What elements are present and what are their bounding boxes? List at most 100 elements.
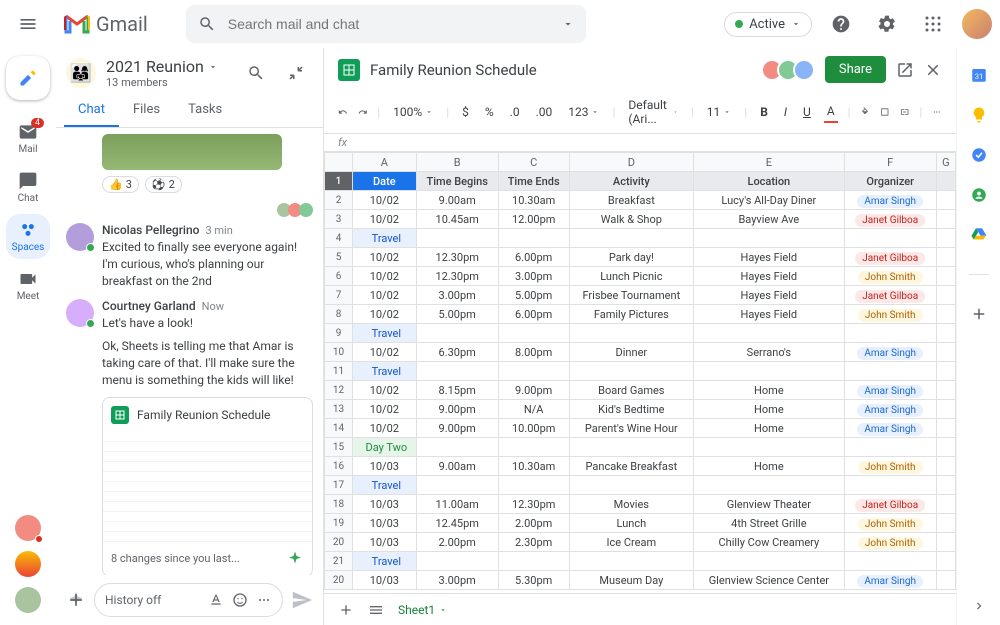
organizer-chip[interactable]: Amar Singh [857,404,923,417]
undo-icon[interactable] [338,104,348,120]
table-row[interactable]: 17Travel [325,476,956,495]
tasks-icon[interactable] [970,146,988,164]
table-row[interactable]: 210/029.00am10.30amBreakfastLucy's All-D… [325,191,956,210]
col-header[interactable]: E [694,153,845,172]
table-row[interactable]: 11Travel [325,362,956,381]
col-header[interactable]: G [936,153,955,172]
pinned-avatar-1[interactable] [15,515,41,541]
nav-chat[interactable]: Chat [6,165,50,210]
table-row[interactable]: 2010/033.00pm5.30pmMuseum DayGlenview Sc… [325,571,956,590]
formula-bar[interactable]: fx [324,134,956,152]
table-row[interactable]: 4Travel [325,229,956,248]
collapse-panel-icon[interactable] [972,599,986,613]
table-row[interactable]: 1310/029.00pmN/AKid's BedtimeHomeAmar Si… [325,400,956,419]
col-header[interactable]: D [569,153,693,172]
font-select[interactable]: Default (Ari... [625,95,680,129]
organizer-chip[interactable]: Janet Gilboa [855,252,925,265]
drive-icon[interactable] [970,226,988,244]
table-row[interactable]: 610/0212.30pm3.00pmLunch PicnicHayes Fie… [325,267,956,286]
col-header[interactable]: A [353,153,417,172]
table-row[interactable]: 810/025.00pm6.00pmFamily PicturesHayes F… [325,305,956,324]
image-attachment[interactable] [102,134,282,170]
close-icon[interactable] [924,61,942,79]
chat-messages[interactable]: 👍3 ⚽2 Nicolas Pellegrino3 min Excited to… [56,128,323,575]
organizer-chip[interactable]: Amar Singh [857,423,923,436]
table-row[interactable]: 710/023.00pm5.00pmFrisbee TournamentHaye… [325,286,956,305]
organizer-chip[interactable]: John Smith [858,518,923,531]
underline-button[interactable]: U [800,102,814,122]
sheets-attachment-card[interactable]: Family Reunion Schedule 8 changes since … [102,397,313,575]
send-button[interactable] [291,589,313,611]
currency-button[interactable]: $ [459,102,472,122]
keep-icon[interactable] [970,106,988,124]
organizer-chip[interactable]: John Smith [858,271,923,284]
space-search-button[interactable] [239,56,273,90]
organizer-chip[interactable]: Janet Gilboa [855,499,925,512]
table-row[interactable]: 1010/026.30pm8.00pmDinnerSerrano'sAmar S… [325,343,956,362]
organizer-chip[interactable]: Amar Singh [857,575,923,588]
organizer-chip[interactable]: Amar Singh [857,347,923,360]
table-row[interactable]: 1810/0311.00am12.30pmMoviesGlenview Thea… [325,495,956,514]
pinned-avatar-3[interactable] [15,587,41,613]
chevron-down-icon[interactable] [208,62,218,72]
more-toolbar-icon[interactable] [932,104,942,120]
calendar-icon[interactable]: 31 [970,66,988,84]
format-icon[interactable] [208,592,224,608]
merge-icon[interactable] [900,104,910,120]
bold-button[interactable]: B [757,102,771,122]
organizer-chip[interactable]: Amar Singh [857,195,923,208]
all-sheets-icon[interactable] [368,602,384,618]
col-header[interactable]: F [844,153,936,172]
number-format-select[interactable]: 123 [565,102,602,122]
share-button[interactable]: Share [825,56,886,83]
pinned-avatar-2[interactable] [15,551,41,577]
col-header[interactable]: C [498,153,569,172]
collaborators[interactable] [767,59,815,81]
font-size-select[interactable]: 11 [704,102,735,122]
zoom-select[interactable]: 100% [390,102,436,122]
table-row[interactable]: 21Travel [325,552,956,571]
nav-meet[interactable]: Meet [6,263,50,308]
document-title[interactable]: Family Reunion Schedule [370,61,537,79]
compose-button[interactable] [6,56,50,100]
help-button[interactable] [824,7,858,41]
reaction-thumbs-up[interactable]: 👍3 [102,176,139,193]
table-row[interactable]: 1410/029.00pm10.00pmParent's Wine HourHo… [325,419,956,438]
tab-tasks[interactable]: Tasks [174,94,236,127]
gmail-logo[interactable]: Gmail [64,12,148,36]
dropdown-icon[interactable] [562,18,574,30]
organizer-chip[interactable]: John Smith [858,537,923,550]
tab-chat[interactable]: Chat [64,94,119,127]
emoji-icon[interactable] [232,592,248,608]
organizer-chip[interactable]: Janet Gilboa [855,214,925,227]
table-row[interactable]: 1910/0312.45pm2.00pmLunch4th Street Gril… [325,514,956,533]
space-emoji-icon[interactable]: 👨‍👩‍👧 [66,58,96,88]
nav-mail[interactable]: 4 Mail [6,116,50,161]
spreadsheet-grid[interactable]: ABCDEFG1DateTime BeginsTime EndsActivity… [324,152,956,593]
reaction-soccer[interactable]: ⚽2 [145,176,182,193]
table-row[interactable]: 1210/028.15pm9.00pmBoard GamesHomeAmar S… [325,381,956,400]
table-row[interactable]: 2010/032.00pm2.30pmIce CreamChilly Cow C… [325,533,956,552]
organizer-chip[interactable]: John Smith [858,461,923,474]
apps-button[interactable] [916,7,950,41]
organizer-chip[interactable]: John Smith [858,309,923,322]
status-chip[interactable]: Active [724,12,812,37]
add-sheet-icon[interactable] [338,602,354,618]
table-row[interactable]: 15Day Two [325,438,956,457]
col-header[interactable]: B [416,153,498,172]
open-external-icon[interactable] [896,61,914,79]
organizer-chip[interactable]: Janet Gilboa [855,290,925,303]
table-row[interactable]: 1610/039.00am10.30amPancake BreakfastHom… [325,457,956,476]
user-avatar[interactable] [66,299,94,327]
add-button[interactable] [66,590,86,610]
message-input[interactable]: History off [94,583,283,617]
borders-icon[interactable] [880,104,890,120]
contacts-icon[interactable] [970,186,988,204]
sheet-tab[interactable]: Sheet1 [398,603,447,617]
table-row[interactable]: 9Travel [325,324,956,343]
table-row[interactable]: 510/0212.30pm6.00pmPark day!Hayes FieldJ… [325,248,956,267]
collapse-button[interactable] [279,56,313,90]
more-icon[interactable] [256,592,272,608]
user-avatar[interactable] [66,223,94,251]
main-menu-button[interactable] [8,4,48,44]
